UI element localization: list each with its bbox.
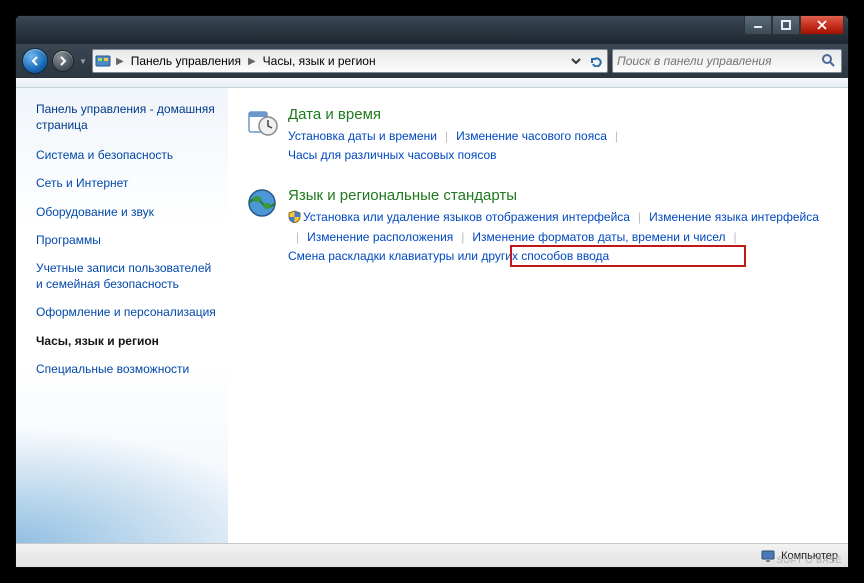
link-separator: |: [445, 127, 448, 146]
link-separator: |: [461, 228, 464, 247]
link-separator: |: [615, 127, 618, 146]
forward-button[interactable]: [52, 50, 74, 72]
address-bar[interactable]: ▶ Панель управления ▶ Часы, язык и регио…: [92, 49, 608, 73]
category-title[interactable]: Дата и время: [288, 106, 830, 123]
category-link[interactable]: Установка даты и времени: [288, 127, 437, 146]
sidebar-item[interactable]: Система и безопасность: [36, 147, 220, 163]
status-bar: Компьютер: [16, 543, 848, 567]
content-area: Панель управления - домашняя страница Си…: [16, 88, 848, 543]
sidebar: Панель управления - домашняя страница Си…: [16, 88, 228, 543]
category-link[interactable]: Часы для различных часовых поясов: [288, 146, 497, 165]
main-panel: Дата и времяУстановка даты и времени|Изм…: [228, 88, 848, 543]
control-panel-icon: [95, 53, 111, 69]
search-box[interactable]: [612, 49, 842, 73]
link-separator: |: [734, 228, 737, 247]
computer-icon: [761, 549, 775, 563]
breadcrumb-separator: ▶: [113, 56, 127, 67]
sidebar-item[interactable]: Часы, язык и регион: [36, 333, 220, 349]
back-button[interactable]: [22, 48, 48, 74]
minimize-button[interactable]: [744, 15, 772, 35]
search-input[interactable]: [617, 54, 817, 68]
category: Язык и региональные стандарты Установка и…: [246, 187, 830, 266]
nav-history-dropdown[interactable]: ▼: [78, 57, 88, 66]
sidebar-item[interactable]: Программы: [36, 232, 220, 248]
address-dropdown-button[interactable]: [567, 52, 585, 70]
status-label: Компьютер: [781, 550, 838, 562]
link-separator: |: [638, 208, 641, 227]
maximize-button[interactable]: [772, 15, 800, 35]
refresh-button[interactable]: [587, 52, 605, 70]
category-link[interactable]: Изменение языка интерфейса: [649, 208, 819, 227]
category-link[interactable]: Установка или удаление языков отображени…: [288, 208, 630, 227]
category-link[interactable]: Смена раскладки клавиатуры или других сп…: [288, 247, 609, 266]
globe-icon: [246, 187, 278, 219]
breadcrumb-section[interactable]: Часы, язык и регион: [261, 52, 378, 70]
window-controls: [744, 15, 844, 35]
category-link[interactable]: Изменение расположения: [307, 228, 453, 247]
category-title[interactable]: Язык и региональные стандарты: [288, 187, 830, 204]
uac-shield-icon: [288, 210, 301, 223]
link-separator: |: [296, 228, 299, 247]
clock-calendar-icon: [246, 106, 278, 138]
sidebar-item[interactable]: Оборудование и звук: [36, 204, 220, 220]
sidebar-item[interactable]: Сеть и Интернет: [36, 175, 220, 191]
search-icon: [821, 53, 837, 69]
breadcrumb-separator: ▶: [245, 56, 259, 67]
toolbar-stripe: [16, 78, 848, 88]
category-links: Установка или удаление языков отображени…: [288, 208, 830, 266]
breadcrumb-root[interactable]: Панель управления: [129, 52, 243, 70]
category-links: Установка даты и времени | Изменение часов…: [288, 127, 830, 165]
navigation-bar: ▼ ▶ Панель управления ▶ Часы, язык и рег…: [16, 44, 848, 78]
category: Дата и время Установка даты и времени | Изм…: [246, 106, 830, 165]
titlebar: [16, 16, 848, 44]
sidebar-item[interactable]: Специальные возможности: [36, 361, 220, 377]
control-panel-window: ▼ ▶ Панель управления ▶ Часы, язык и рег…: [15, 15, 849, 568]
category-link[interactable]: Изменение форматов даты, времени и чисел: [472, 228, 725, 247]
close-button[interactable]: [800, 15, 844, 35]
sidebar-item[interactable]: Оформление и персонализация: [36, 304, 220, 320]
category-link[interactable]: Изменение часового пояса: [456, 127, 607, 146]
sidebar-item[interactable]: Учетные записи пользователей и семейная …: [36, 260, 220, 292]
sidebar-home-link[interactable]: Панель управления - домашняя страница: [36, 102, 220, 133]
